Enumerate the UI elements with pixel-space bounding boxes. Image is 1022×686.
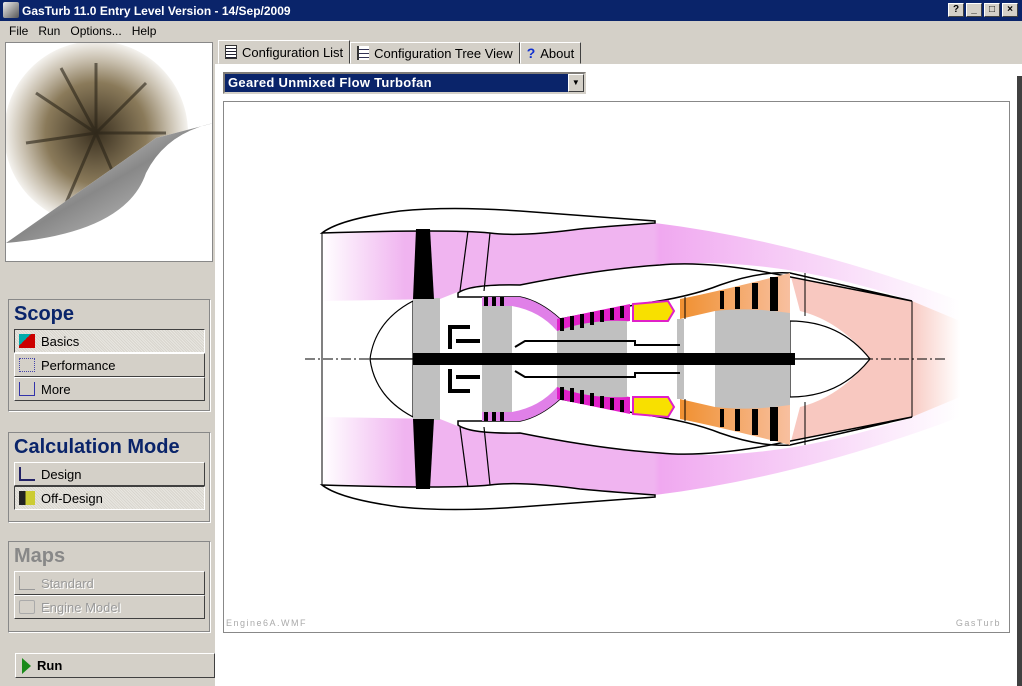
configuration-selected: Geared Unmixed Flow Turbofan — [228, 75, 432, 90]
performance-button[interactable]: Performance — [14, 353, 205, 377]
tab-about[interactable]: ? About — [519, 42, 582, 64]
tab-label: About — [540, 45, 575, 61]
design-icon — [19, 467, 35, 481]
window-title: GasTurb 11.0 Entry Level Version - 14/Se… — [22, 3, 291, 18]
app-icon — [3, 2, 19, 18]
minimize-button[interactable]: _ — [966, 3, 982, 17]
menu-bar: File Run Options... Help — [0, 21, 161, 40]
engine-cross-section — [305, 206, 962, 512]
off-design-button[interactable]: Off-Design — [14, 486, 205, 510]
maps-title: Maps — [14, 545, 66, 567]
configuration-dropdown[interactable]: Geared Unmixed Flow Turbofan ▼ — [223, 72, 586, 94]
menu-help[interactable]: Help — [127, 24, 162, 38]
gasturb-logo — [5, 42, 213, 262]
tab-configuration-tree-view[interactable]: Configuration Tree View — [350, 42, 520, 64]
shapes-icon — [19, 334, 35, 348]
tab-label: Configuration List — [242, 44, 344, 60]
hierarchy-icon — [19, 382, 35, 396]
tab-strip: Configuration List Configuration Tree Vi… — [218, 40, 582, 64]
tab-configuration-list[interactable]: Configuration List — [218, 40, 351, 64]
chevron-down-icon[interactable]: ▼ — [568, 74, 584, 92]
calculation-mode-title: Calculation Mode — [14, 436, 180, 458]
design-button[interactable]: Design — [14, 462, 205, 486]
performance-label: Performance — [41, 357, 116, 373]
printer-icon — [19, 600, 35, 614]
standard-label: Standard — [41, 575, 94, 591]
left-panel: Scope Basics Performance More Calculatio… — [3, 42, 215, 686]
basics-label: Basics — [41, 333, 80, 349]
scope-group: Scope Basics Performance More — [8, 299, 211, 412]
help-button[interactable]: ? — [948, 3, 964, 17]
configuration-list-page: Geared Unmixed Flow Turbofan ▼ Engine6A.… — [215, 64, 1022, 686]
basics-button[interactable]: Basics — [14, 329, 205, 353]
main-area: Configuration List Configuration Tree Vi… — [215, 40, 1022, 686]
tree-icon — [357, 46, 370, 60]
close-button[interactable]: × — [1002, 3, 1018, 17]
run-button[interactable]: Run — [15, 653, 215, 678]
maximize-button[interactable]: □ — [984, 3, 1000, 17]
scope-title: Scope — [14, 303, 75, 325]
off-design-icon — [19, 491, 35, 505]
design-label: Design — [41, 466, 82, 482]
maps-group: Maps Standard Engine Model — [8, 541, 211, 633]
menu-options[interactable]: Options... — [65, 24, 126, 38]
engine-model-label: Engine Model — [41, 599, 121, 615]
tab-label: Configuration Tree View — [374, 45, 513, 61]
run-label: Run — [37, 658, 63, 673]
window-edge — [1017, 76, 1022, 686]
more-label: More — [41, 381, 71, 397]
drawing-brand: GasTurb — [955, 618, 1001, 628]
list-icon — [225, 45, 237, 59]
engine-bottom-half — [320, 357, 962, 512]
more-button[interactable]: More — [14, 377, 205, 401]
menu-file[interactable]: File — [4, 24, 33, 38]
performance-icon — [19, 358, 35, 372]
menu-run[interactable]: Run — [33, 24, 65, 38]
chart-icon — [19, 576, 35, 590]
standard-button[interactable]: Standard — [14, 571, 205, 595]
engine-top-half — [320, 206, 962, 361]
engine-drawing: Engine6A.WMF GasTurb — [223, 101, 1010, 633]
engine-model-button[interactable]: Engine Model — [14, 595, 205, 619]
drawing-filename: Engine6A.WMF — [226, 618, 308, 628]
play-icon — [22, 657, 31, 674]
title-bar: GasTurb 11.0 Entry Level Version - 14/Se… — [0, 0, 1022, 21]
calculation-mode-group: Calculation Mode Design Off-Design — [8, 432, 211, 523]
question-icon: ? — [526, 45, 536, 61]
off-design-label: Off-Design — [41, 490, 103, 506]
